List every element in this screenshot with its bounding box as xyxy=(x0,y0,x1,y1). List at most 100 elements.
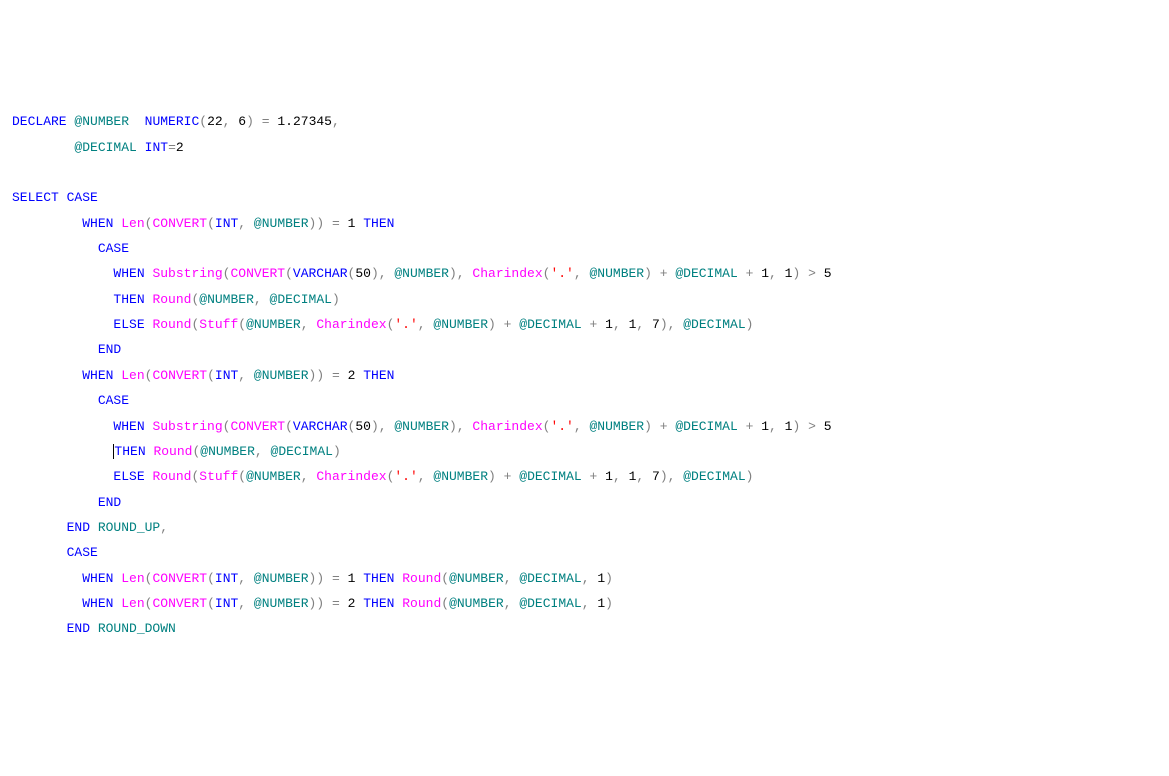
func-len: Len xyxy=(121,216,144,231)
number-literal: 5 xyxy=(824,419,832,434)
code-line: @DECIMAL INT=2 xyxy=(12,140,184,155)
open-paren: ( xyxy=(207,368,215,383)
number-literal: 2 xyxy=(348,596,356,611)
comma: , xyxy=(582,571,590,586)
code-line: END ROUND_DOWN xyxy=(12,621,176,636)
code-line: WHEN Substring(CONVERT(VARCHAR(50), @NUM… xyxy=(12,266,832,281)
comma: , xyxy=(301,317,309,332)
comma: , xyxy=(582,596,590,611)
variable-decimal: @DECIMAL xyxy=(519,571,581,586)
number-literal: 1 xyxy=(597,571,605,586)
close-paren: ) xyxy=(605,596,613,611)
func-convert: CONVERT xyxy=(230,266,285,281)
keyword-case: CASE xyxy=(98,393,129,408)
close-paren: ) xyxy=(488,469,496,484)
code-line: WHEN Len(CONVERT(INT, @NUMBER)) = 1 THEN xyxy=(12,216,394,231)
code-line: END xyxy=(12,342,121,357)
close-paren: ) xyxy=(371,419,379,434)
func-convert: CONVERT xyxy=(230,419,285,434)
close-paren: ) xyxy=(746,317,754,332)
open-paren: ( xyxy=(238,469,246,484)
code-line: CASE xyxy=(12,241,129,256)
open-paren: ( xyxy=(207,596,215,611)
func-charindex: Charindex xyxy=(472,419,542,434)
type-int: INT xyxy=(215,571,238,586)
plus-operator: + xyxy=(504,469,512,484)
func-round: Round xyxy=(402,596,441,611)
func-round: Round xyxy=(152,292,191,307)
comma: , xyxy=(574,419,582,434)
close-paren: ) xyxy=(660,469,668,484)
func-convert: CONVERT xyxy=(152,216,207,231)
comma: , xyxy=(379,419,387,434)
comma: , xyxy=(255,444,263,459)
keyword-end: END xyxy=(67,520,90,535)
close-paren: ) xyxy=(316,571,324,586)
close-paren: ) xyxy=(449,419,457,434)
type-varchar: VARCHAR xyxy=(293,266,348,281)
close-paren: ) xyxy=(644,419,652,434)
comma: , xyxy=(301,469,309,484)
variable-number: @NUMBER xyxy=(246,317,301,332)
func-convert: CONVERT xyxy=(152,596,207,611)
comma: , xyxy=(238,596,246,611)
comma: , xyxy=(636,317,644,332)
func-stuff: Stuff xyxy=(199,317,238,332)
number-literal: 50 xyxy=(355,419,371,434)
comma: , xyxy=(457,266,465,281)
code-line: THEN Round(@NUMBER, @DECIMAL) xyxy=(12,444,341,459)
comma: , xyxy=(418,317,426,332)
variable-number: @NUMBER xyxy=(199,292,254,307)
number-literal: 1 xyxy=(605,317,613,332)
keyword-when: WHEN xyxy=(82,596,113,611)
func-len: Len xyxy=(121,596,144,611)
number-literal: 7 xyxy=(652,317,660,332)
close-paren: ) xyxy=(449,266,457,281)
variable-decimal: @DECIMAL xyxy=(519,317,581,332)
variable-decimal: @DECIMAL xyxy=(270,292,332,307)
string-literal: '.' xyxy=(550,419,573,434)
keyword-when: WHEN xyxy=(82,368,113,383)
plus-operator: + xyxy=(660,419,668,434)
number-literal: 1 xyxy=(761,266,769,281)
func-convert: CONVERT xyxy=(152,368,207,383)
func-len: Len xyxy=(121,368,144,383)
equals-operator: = xyxy=(332,368,340,383)
comma: , xyxy=(613,317,621,332)
keyword-then: THEN xyxy=(363,571,394,586)
variable-number: @NUMBER xyxy=(254,596,309,611)
variable-decimal: @DECIMAL xyxy=(519,596,581,611)
gt-operator: > xyxy=(808,266,816,281)
comma: , xyxy=(332,114,340,129)
comma: , xyxy=(613,469,621,484)
func-len: Len xyxy=(121,571,144,586)
func-round: Round xyxy=(153,444,192,459)
comma: , xyxy=(504,571,512,586)
equals-operator: = xyxy=(332,571,340,586)
close-paren: ) xyxy=(316,216,324,231)
string-literal: '.' xyxy=(394,469,417,484)
plus-operator: + xyxy=(746,266,754,281)
variable-decimal: @DECIMAL xyxy=(74,140,136,155)
variable-number: @NUMBER xyxy=(433,317,488,332)
close-paren: ) xyxy=(246,114,254,129)
plus-operator: + xyxy=(504,317,512,332)
code-line: DECLARE @NUMBER NUMERIC(22, 6) = 1.27345… xyxy=(12,114,340,129)
variable-number: @NUMBER xyxy=(246,469,301,484)
alias-round-down: ROUND_DOWN xyxy=(98,621,176,636)
variable-decimal: @DECIMAL xyxy=(271,444,333,459)
keyword-select: SELECT xyxy=(12,190,59,205)
close-paren: ) xyxy=(605,571,613,586)
open-paren: ( xyxy=(145,596,153,611)
variable-number: @NUMBER xyxy=(449,571,504,586)
close-paren: ) xyxy=(746,469,754,484)
type-varchar: VARCHAR xyxy=(293,419,348,434)
comma: , xyxy=(668,317,676,332)
close-paren: ) xyxy=(644,266,652,281)
open-paren: ( xyxy=(285,419,293,434)
close-paren: ) xyxy=(792,266,800,281)
number-literal: 2 xyxy=(176,140,184,155)
keyword-then: THEN xyxy=(113,292,144,307)
variable-number: @NUMBER xyxy=(433,469,488,484)
keyword-case: CASE xyxy=(67,190,98,205)
